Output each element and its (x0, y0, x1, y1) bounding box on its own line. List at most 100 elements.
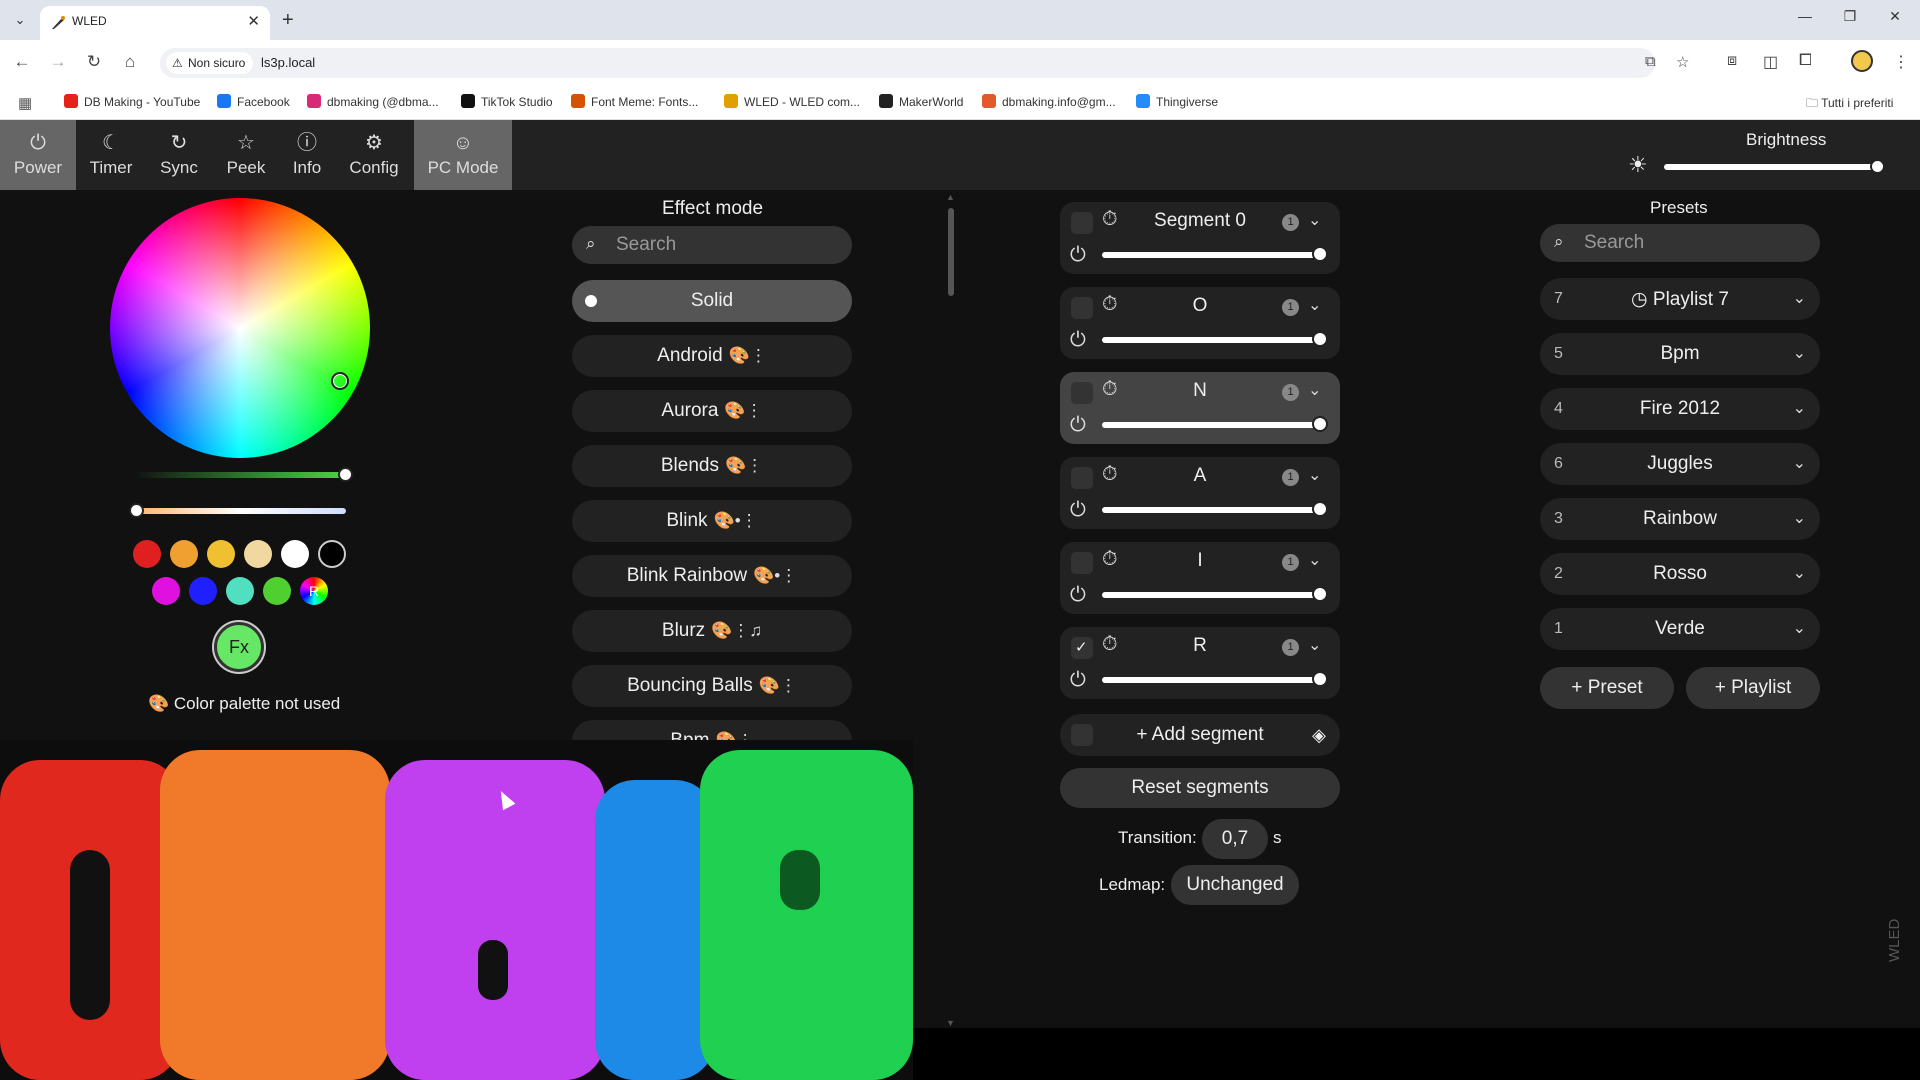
home-icon[interactable]: ⌂ (118, 52, 142, 72)
url-text[interactable]: ls3p.local (261, 55, 315, 70)
effect-item-aurora[interactable]: Aurora 🎨⋮ (572, 390, 852, 432)
power-button[interactable]: ⏻ Power (0, 120, 76, 190)
chevron-down-icon[interactable]: ⌄ (1308, 465, 1321, 485)
color-wheel[interactable] (110, 198, 370, 458)
bookmark-db-making[interactable]: DB Making - YouTube (64, 94, 200, 109)
translate-icon[interactable]: ⧉ (1645, 53, 1656, 70)
new-tab-button[interactable]: + (282, 8, 294, 32)
segment-brightness-slider[interactable] (1102, 592, 1320, 598)
power-icon[interactable]: ⏻ (1070, 329, 1086, 352)
config-button[interactable]: ⚙ Config (334, 120, 414, 190)
bookmark-wled[interactable]: WLED - WLED com... (724, 94, 860, 109)
segment-brightness-slider[interactable] (1102, 337, 1320, 343)
profile-avatar[interactable] (1851, 50, 1873, 72)
segment-slider-handle[interactable] (1312, 501, 1328, 517)
bookmark-tiktok[interactable]: TikTok Studio (461, 94, 553, 109)
segment-card-o[interactable]: ⏱ O 1 ⌄ ⏻ (1060, 287, 1340, 359)
sun-icon[interactable]: ☀ (1628, 152, 1648, 178)
segment-brightness-slider[interactable] (1102, 507, 1320, 513)
effect-item-android[interactable]: Android 🎨⋮ (572, 335, 852, 377)
chevron-down-icon[interactable]: ⌄ (1308, 210, 1321, 230)
scroll-down-arrow-icon[interactable]: ▼ (946, 1018, 955, 1028)
segment-card-0[interactable]: ⏱ Segment 0 1 ⌄ ⏻ (1060, 202, 1340, 274)
value-slider[interactable] (134, 472, 346, 478)
segment-slider-handle[interactable] (1312, 331, 1328, 347)
bookmark-instagram[interactable]: dbmaking (@dbma... (307, 94, 439, 109)
segment-card-r[interactable]: ⏱ R 1 ⌄ ⏻ (1060, 627, 1340, 699)
preset-item-2[interactable]: 2 Rosso ⌄ (1540, 553, 1820, 595)
segment-card-a[interactable]: ⏱ A 1 ⌄ ⏻ (1060, 457, 1340, 529)
preset-item-6[interactable]: 6 Juggles ⌄ (1540, 443, 1820, 485)
power-icon[interactable]: ⏻ (1070, 669, 1086, 692)
quick-color-blue[interactable] (189, 577, 217, 605)
chevron-down-icon[interactable]: ⌄ (1308, 550, 1321, 570)
chevron-down-icon[interactable]: ⌄ (1793, 453, 1806, 473)
extensions-icon[interactable]: ⧠ (1799, 52, 1812, 70)
bookmark-thingiverse[interactable]: Thingiverse (1136, 94, 1218, 109)
minimize-button[interactable]: — (1790, 8, 1820, 24)
chevron-down-icon[interactable]: ⌄ (1793, 508, 1806, 528)
segment-brightness-slider[interactable] (1102, 422, 1320, 428)
value-slider-handle[interactable] (338, 467, 353, 482)
effects-scrollbar[interactable] (948, 208, 954, 296)
reset-segments-button[interactable]: Reset segments (1060, 768, 1340, 808)
bookmark-star-icon[interactable]: ☆ (1676, 53, 1689, 71)
screenshot-icon[interactable]: ⧈ (1727, 52, 1737, 70)
chevron-down-icon[interactable]: ⌄ (1793, 288, 1806, 308)
browser-tab[interactable]: WLED ✕ (40, 6, 270, 40)
peek-button[interactable]: ☆ Peek (212, 120, 280, 190)
segment-slider-handle[interactable] (1312, 246, 1328, 262)
scroll-up-arrow-icon[interactable]: ▲ (946, 192, 955, 202)
segment-slider-handle[interactable] (1312, 671, 1328, 687)
sync-button[interactable]: ↻ Sync (146, 120, 212, 190)
quick-color-black[interactable] (318, 540, 346, 568)
chevron-down-icon[interactable]: ⌄ (1793, 618, 1806, 638)
effect-search-input[interactable] (616, 232, 812, 258)
kelvin-slider[interactable] (134, 508, 346, 514)
effect-item-blink[interactable]: Blink 🎨•⋮ (572, 500, 852, 542)
power-icon[interactable]: ⏻ (1070, 499, 1086, 522)
layers-icon[interactable]: ◈ (1312, 714, 1326, 756)
apps-grid-icon[interactable]: ▦ (18, 94, 32, 112)
quick-color-green[interactable] (263, 577, 291, 605)
chevron-down-icon[interactable]: ⌄ (1793, 343, 1806, 363)
bookmark-font-meme[interactable]: Font Meme: Fonts... (571, 94, 698, 109)
preset-search-input[interactable] (1584, 230, 1780, 256)
address-bar[interactable]: Non sicuro ls3p.local ⧉ ☆ (160, 48, 1689, 78)
pc-mode-button[interactable]: ☺ PC Mode (414, 120, 512, 190)
quick-color-white[interactable] (281, 540, 309, 568)
preset-item-1[interactable]: 1 Verde ⌄ (1540, 608, 1820, 650)
preset-search[interactable]: ⌕ (1540, 224, 1820, 262)
preset-item-7[interactable]: 7 ◷ Playlist 7 ⌄ (1540, 278, 1820, 320)
quick-color-cyan[interactable] (226, 577, 254, 605)
reload-icon[interactable]: ↻ (82, 52, 106, 72)
timer-button[interactable]: ☾ Timer (76, 120, 146, 190)
chevron-down-icon[interactable]: ⌄ (1308, 380, 1321, 400)
effect-item-blends[interactable]: Blends 🎨⋮ (572, 445, 852, 487)
chevron-down-icon[interactable]: ⌄ (1308, 295, 1321, 315)
brightness-slider-handle[interactable] (1870, 159, 1885, 174)
effect-item-blink-rainbow[interactable]: Blink Rainbow 🎨•⋮ (572, 555, 852, 597)
segment-brightness-slider[interactable] (1102, 252, 1320, 258)
effect-item-solid[interactable]: Solid (572, 280, 852, 322)
color-wheel-marker[interactable] (331, 372, 349, 390)
restore-button[interactable]: ❐ (1835, 8, 1865, 25)
add-playlist-button[interactable]: + Playlist (1686, 667, 1820, 709)
tab-search-chevron-icon[interactable]: ⌄ (8, 8, 32, 32)
preset-item-3[interactable]: 3 Rainbow ⌄ (1540, 498, 1820, 540)
bookmark-gmail[interactable]: dbmaking.info@gm... (982, 94, 1116, 109)
info-button[interactable]: ⓘ Info (280, 120, 334, 190)
power-icon[interactable]: ⏻ (1070, 414, 1086, 437)
add-preset-button[interactable]: + Preset (1540, 667, 1674, 709)
fx-button[interactable]: Fx (214, 622, 264, 672)
transition-input[interactable]: 0,7 (1202, 819, 1268, 859)
effect-search[interactable]: ⌕ (572, 226, 852, 264)
browser-menu-icon[interactable]: ⋮ (1893, 52, 1909, 72)
video-overlay[interactable] (0, 740, 913, 1080)
segment-slider-handle[interactable] (1312, 586, 1328, 602)
pocket-icon[interactable]: ◫ (1763, 52, 1778, 72)
segment-card-n[interactable]: ⏱ N 1 ⌄ ⏻ (1060, 372, 1340, 444)
ledmap-select[interactable]: Unchanged (1171, 865, 1299, 905)
quick-color-red[interactable] (133, 540, 161, 568)
power-icon[interactable]: ⏻ (1070, 584, 1086, 607)
